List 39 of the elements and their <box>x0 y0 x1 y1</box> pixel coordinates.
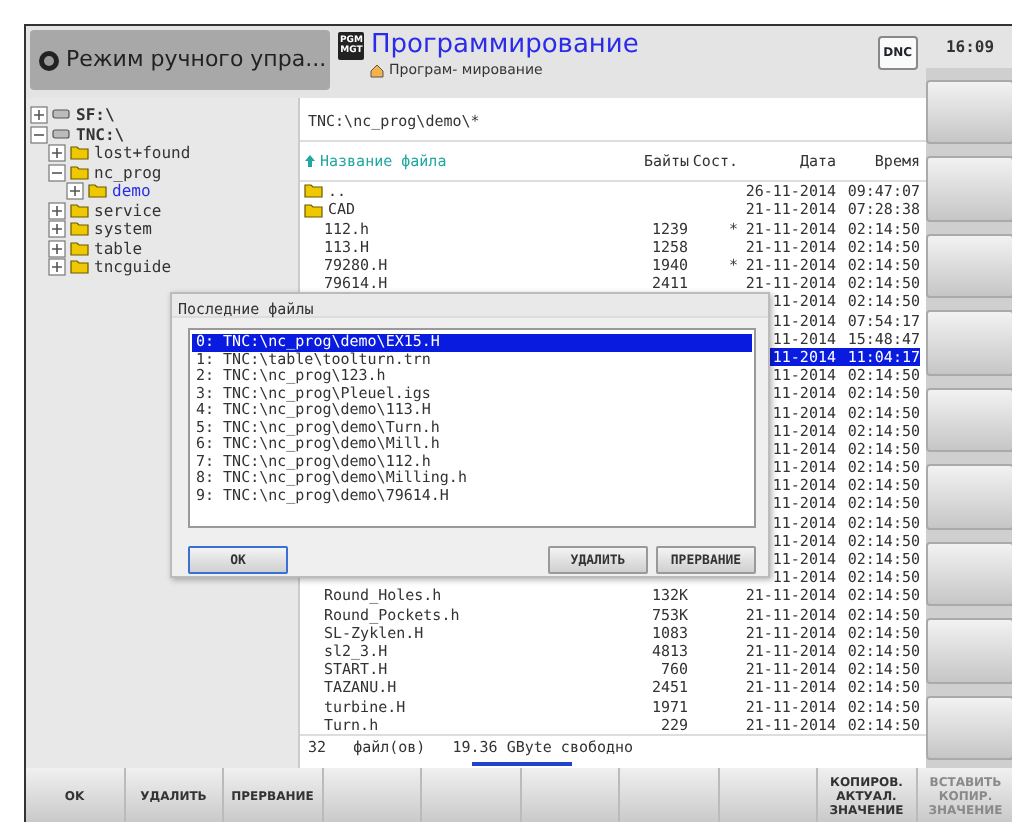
tree-item[interactable]: tncguide <box>30 258 294 277</box>
expand-icon <box>48 220 66 239</box>
spindle-icon <box>38 49 60 71</box>
side-softkey[interactable] <box>926 233 1012 299</box>
collapse-icon <box>48 163 66 182</box>
side-softkey[interactable] <box>926 156 1012 222</box>
softkey[interactable] <box>620 768 717 822</box>
expand-icon <box>48 201 66 220</box>
tree-item[interactable]: system <box>30 220 294 239</box>
side-softkey[interactable] <box>926 310 1012 376</box>
side-softkey[interactable] <box>926 387 1012 453</box>
softkey[interactable] <box>719 768 816 822</box>
softkey[interactable] <box>323 768 420 822</box>
expand-icon <box>66 182 84 201</box>
softkey[interactable] <box>521 768 618 822</box>
sort-arrow-icon <box>304 154 316 169</box>
page-indicator-bar <box>472 762 572 766</box>
clock-time: 16:09 <box>926 26 1012 68</box>
softkey[interactable] <box>422 768 519 822</box>
side-softkey[interactable] <box>926 541 1012 607</box>
tree-item[interactable]: demo <box>30 182 294 201</box>
tree-item[interactable]: TNC:\ <box>30 125 294 144</box>
collapse-icon <box>30 125 48 144</box>
side-softkey[interactable] <box>926 695 1012 760</box>
house-icon <box>370 63 385 78</box>
side-softkey[interactable] <box>926 80 1012 145</box>
expand-icon <box>48 258 66 277</box>
expand-icon <box>48 239 66 258</box>
tree-item[interactable]: service <box>30 201 294 220</box>
tree-item[interactable]: SF:\ <box>30 106 294 125</box>
tree-item[interactable]: table <box>30 239 294 258</box>
mode-title: Программирование <box>370 32 639 60</box>
expand-icon <box>30 106 48 125</box>
tree-item[interactable]: lost+found <box>30 144 294 163</box>
side-softkey[interactable] <box>926 464 1012 530</box>
side-softkey[interactable] <box>926 618 1012 683</box>
tree-item[interactable]: nc_prog <box>30 163 294 182</box>
mode-tab[interactable]: Режим ручного упра... <box>30 30 330 90</box>
expand-icon <box>48 144 66 163</box>
